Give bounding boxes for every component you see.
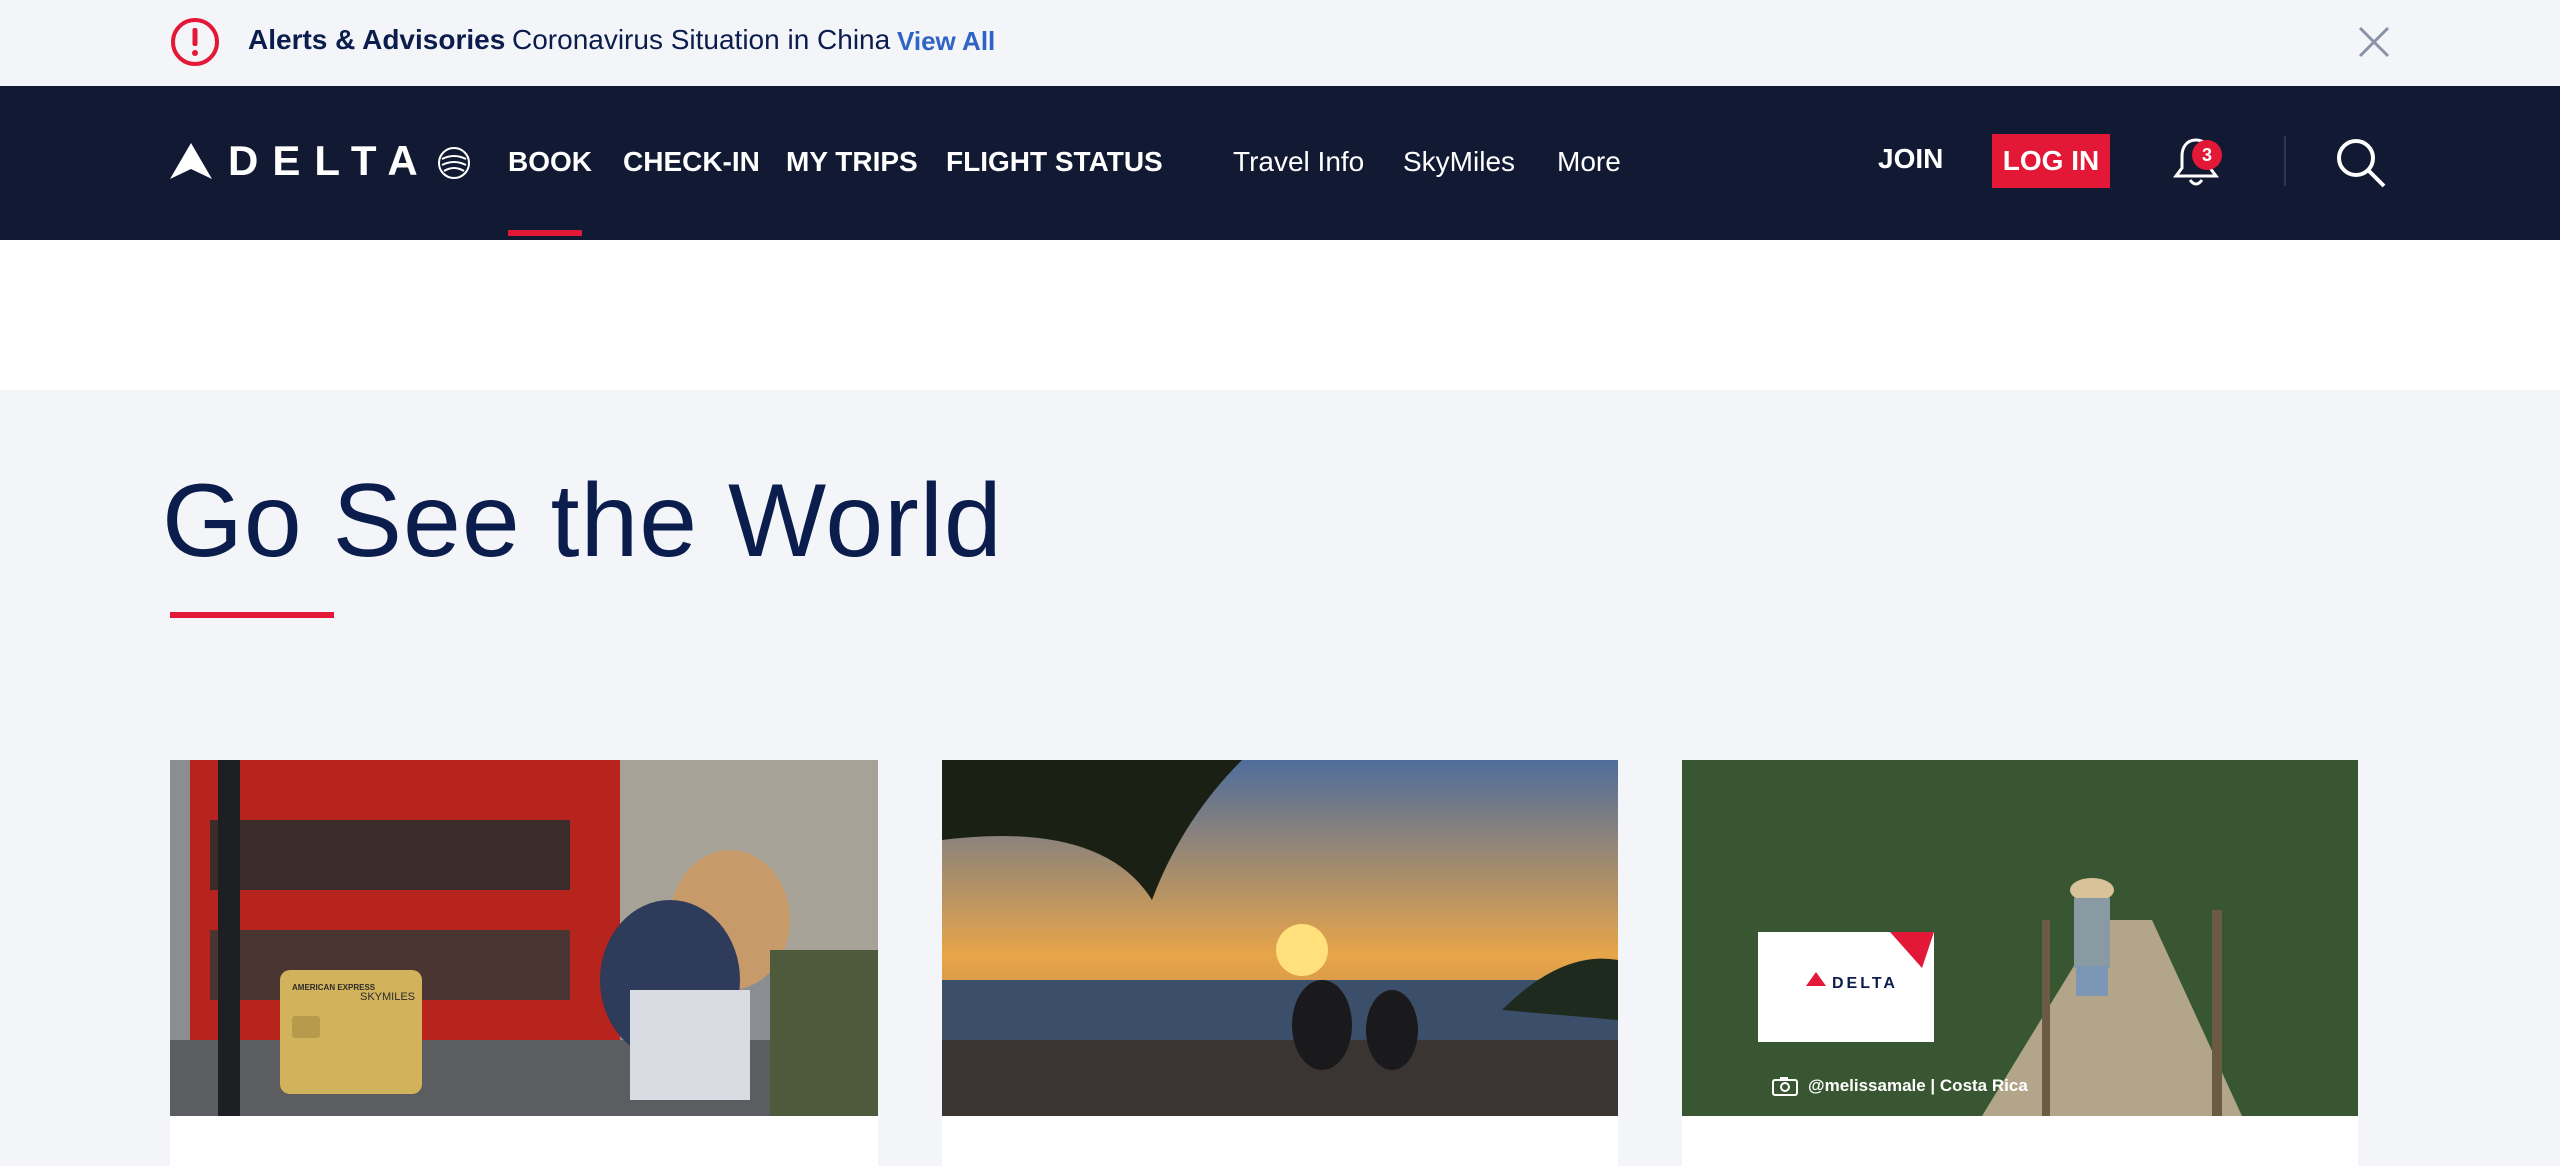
nav-more[interactable]: More bbox=[1557, 146, 1621, 178]
logo-text: DELTA bbox=[228, 137, 432, 184]
alert-message[interactable]: Coronavirus Situation in China bbox=[512, 24, 890, 56]
promo-card-beach[interactable] bbox=[942, 760, 1618, 1166]
close-icon[interactable] bbox=[2354, 22, 2394, 62]
promo-card-london[interactable]: AMERICAN EXPRESS SKYMILES bbox=[170, 760, 878, 1166]
delta-logo[interactable]: DELTA bbox=[168, 136, 474, 186]
skyteam-globe-icon bbox=[437, 147, 470, 179]
photo-credit-text: @melissamale | Costa Rica bbox=[1808, 1076, 2028, 1095]
camera-icon bbox=[1772, 1077, 1798, 1096]
nav-flight-status[interactable]: FLIGHT STATUS bbox=[946, 146, 1163, 178]
alert-icon bbox=[171, 18, 219, 66]
join-button[interactable]: JOIN bbox=[1878, 143, 1943, 175]
login-button[interactable]: LOG IN bbox=[1992, 134, 2110, 188]
main-nav: DELTA BOOK CHECK-IN MY TRIPS FLIGHT STAT… bbox=[0, 86, 2560, 240]
card-delta-text: DELTA bbox=[1832, 975, 1898, 992]
view-all-link[interactable]: View All bbox=[897, 26, 995, 57]
white-band bbox=[0, 240, 2560, 390]
alerts-title[interactable]: Alerts & Advisories bbox=[248, 24, 505, 56]
nav-book[interactable]: BOOK bbox=[508, 146, 592, 178]
nav-skymiles[interactable]: SkyMiles bbox=[1403, 146, 1515, 178]
title-underline bbox=[170, 612, 334, 618]
costa-rica-jungle-image: DELTA bbox=[1682, 760, 2358, 1116]
notification-badge: 3 bbox=[2192, 140, 2222, 170]
nav-my-trips[interactable]: MY TRIPS bbox=[786, 146, 918, 178]
card-label-text: SKYMILES bbox=[360, 991, 415, 1003]
photo-credit: @melissamale | Costa Rica bbox=[1772, 1076, 2028, 1096]
card-body bbox=[1682, 1116, 2358, 1166]
beach-sunset-image bbox=[942, 760, 1618, 1116]
nav-travel-info[interactable]: Travel Info bbox=[1233, 146, 1364, 178]
london-couple-image: AMERICAN EXPRESS SKYMILES bbox=[170, 760, 878, 1116]
alerts-bar: Alerts & Advisories Coronavirus Situatio… bbox=[0, 0, 2560, 86]
delta-widget-icon bbox=[170, 143, 212, 179]
card-body bbox=[170, 1116, 878, 1166]
nav-check-in[interactable]: CHECK-IN bbox=[623, 146, 760, 178]
page-title: Go See the World bbox=[162, 463, 1003, 579]
active-tab-indicator bbox=[508, 230, 582, 236]
promo-card-costa-rica[interactable]: DELTA @melissamale | Costa Rica bbox=[1682, 760, 2358, 1166]
nav-divider bbox=[2284, 136, 2286, 186]
card-body bbox=[942, 1116, 1618, 1166]
search-icon[interactable] bbox=[2334, 136, 2388, 190]
